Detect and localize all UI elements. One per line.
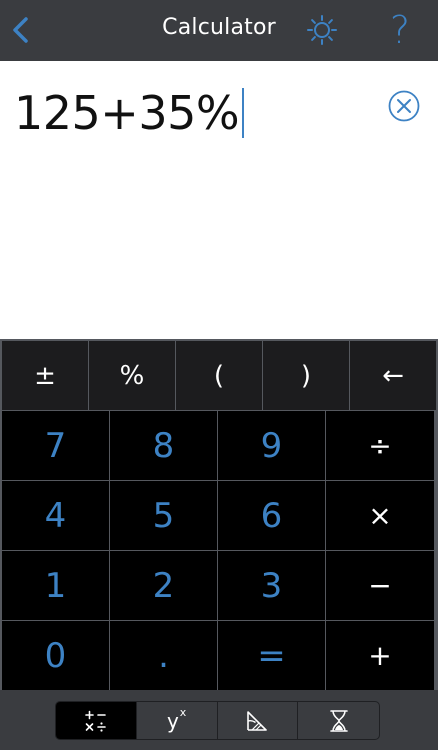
digit-8-key[interactable]: 8 [110,411,217,480]
equals-key[interactable]: = [218,621,325,690]
power-exponent-label: x [179,705,187,719]
triangle-angle-icon [247,710,268,731]
digit-0-key[interactable]: 0 [2,621,109,690]
tab-time[interactable] [298,702,379,739]
add-key[interactable]: + [326,621,434,690]
question-mark-icon: ? [389,8,411,52]
main-key-grid: 7 8 9 ÷ 4 5 6 × 1 2 3 − 0 . = + [0,410,438,690]
tab-power[interactable]: yx [137,702,218,739]
multiply-key[interactable]: × [326,481,434,550]
circle-x-icon [388,90,420,122]
tab-geometry[interactable] [218,702,299,739]
tab-basic-operations[interactable] [56,702,137,739]
percent-key[interactable]: % [89,341,175,410]
sun-gear-icon [307,15,337,45]
expression-display[interactable]: 125+35% [0,61,438,339]
text-caret [242,88,245,138]
mode-segmented-control: yx [55,701,380,740]
divide-key[interactable]: ÷ [326,411,434,480]
plus-minus-times-divide-icon [85,710,106,732]
decimal-point-key[interactable]: . [110,621,217,690]
backspace-key[interactable]: ← [350,341,436,410]
power-base-label: y [166,708,179,733]
help-button[interactable]: ? [382,8,418,52]
digit-6-key[interactable]: 6 [218,481,325,550]
mode-tab-bar: yx [0,690,438,750]
digit-5-key[interactable]: 5 [110,481,217,550]
digit-9-key[interactable]: 9 [218,411,325,480]
digit-7-key[interactable]: 7 [2,411,109,480]
calculator-app: Calculator ? 125+35% ± % () ← 7 8 9 ÷ 4… [0,0,438,750]
digit-4-key[interactable]: 4 [2,481,109,550]
power-icon: yx [166,705,187,733]
keypad: ± % ( ) ← 7 8 9 ÷ 4 5 6 × 1 2 3 − 0 . = … [0,339,438,690]
digit-1-key[interactable]: 1 [2,551,109,620]
digit-2-key[interactable]: 2 [110,551,217,620]
hourglass-icon [329,709,348,732]
expression-line[interactable]: 125+35% [14,85,245,141]
header-bar: Calculator ? [0,0,438,61]
page-title: Calculator [162,15,276,40]
close-paren-key[interactable]: ) [263,341,349,410]
digit-3-key[interactable]: 3 [218,551,325,620]
open-paren-key[interactable]: ( [176,341,262,410]
plus-minus-key[interactable]: ± [2,341,88,410]
function-key-row: ± % ( ) ← [0,339,438,410]
settings-button[interactable] [304,12,340,48]
expression-text: 125+35% [14,86,240,140]
subtract-key[interactable]: − [326,551,434,620]
clear-button[interactable] [387,89,421,123]
